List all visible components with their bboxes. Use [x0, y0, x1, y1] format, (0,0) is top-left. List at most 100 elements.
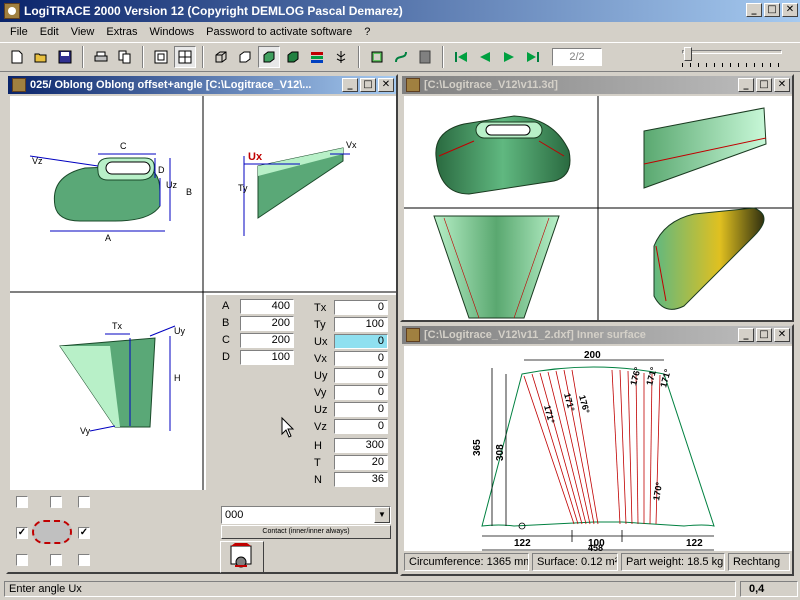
angle-label: 171°: [644, 366, 659, 387]
shaded-button[interactable]: [258, 46, 280, 68]
menu-password[interactable]: Password to activate software: [200, 26, 358, 38]
new-file-icon: [11, 50, 23, 64]
child-window-controls: _ □ ✕: [342, 78, 394, 92]
open-folder-icon: [34, 53, 47, 63]
checkbox-bottom-center[interactable]: [50, 554, 62, 566]
checkbox-top-right[interactable]: [78, 496, 90, 508]
menu-help[interactable]: ?: [358, 26, 376, 38]
param-n-label: N: [314, 474, 322, 486]
angle-label: 171°: [658, 368, 673, 389]
menu-extras[interactable]: Extras: [100, 26, 143, 38]
open-button[interactable]: [30, 46, 52, 68]
label-uz: Uz: [166, 180, 177, 190]
calculate-button[interactable]: [220, 541, 264, 573]
menu-view[interactable]: View: [65, 26, 101, 38]
chevron-down-icon[interactable]: ▼: [374, 507, 390, 523]
print-button[interactable]: [90, 46, 112, 68]
param-vx-input[interactable]: 0: [334, 351, 388, 366]
menu-edit[interactable]: Edit: [34, 26, 65, 38]
minimize-button[interactable]: _: [738, 78, 754, 92]
minimize-button[interactable]: _: [342, 78, 358, 92]
previous-page-icon: [480, 52, 490, 62]
param-d-input[interactable]: 100: [240, 350, 294, 365]
wireframe-button[interactable]: [210, 46, 232, 68]
param-ux-input[interactable]: 0: [334, 334, 388, 349]
close-button[interactable]: ✕: [782, 3, 798, 17]
color-stripes-icon: [311, 52, 323, 63]
param-uz-input[interactable]: 0: [334, 402, 388, 417]
close-button[interactable]: ✕: [378, 78, 394, 92]
param-b-input[interactable]: 200: [240, 316, 294, 331]
solid-button[interactable]: [282, 46, 304, 68]
param-ty-input[interactable]: 100: [334, 317, 388, 332]
3d-view-window: [C:\Logitrace_V12\v11.3d] _ □ ✕: [400, 74, 794, 322]
copy-icon: [118, 50, 131, 64]
checkbox-mid-right[interactable]: ✓: [78, 527, 90, 539]
dim-left-outer: 365: [472, 439, 483, 456]
contact-button[interactable]: Contact (inner/inner always): [221, 525, 391, 539]
zoom-slider[interactable]: [682, 47, 782, 69]
quad-view-button[interactable]: [174, 46, 196, 68]
status-bar: Enter angle Ux 0,4: [0, 578, 800, 600]
param-tx-input[interactable]: 0: [334, 300, 388, 315]
save-button[interactable]: [54, 46, 76, 68]
checkbox-bottom-right[interactable]: [78, 554, 90, 566]
param-c-label: C: [222, 334, 230, 346]
menu-file[interactable]: File: [4, 26, 34, 38]
box-solid-icon: [287, 51, 299, 63]
param-vz-label: Vz: [314, 421, 327, 433]
last-page-button[interactable]: [522, 46, 544, 68]
3d-svg: [404, 96, 792, 320]
minimize-button[interactable]: _: [746, 3, 762, 17]
previous-page-button[interactable]: [474, 46, 496, 68]
tree-button[interactable]: [330, 46, 352, 68]
copy-button[interactable]: [114, 46, 136, 68]
app-title: LogiTRACE 2000 Version 12 (Copyright DEM…: [24, 4, 403, 18]
maximize-button[interactable]: □: [360, 78, 376, 92]
param-c-input[interactable]: 200: [240, 333, 294, 348]
slider-thumb[interactable]: [684, 47, 692, 61]
first-page-button[interactable]: [450, 46, 472, 68]
frame-button[interactable]: [366, 46, 388, 68]
param-n-input[interactable]: 36: [334, 472, 388, 487]
page-indicator: 2/2: [552, 48, 602, 66]
param-vz-input[interactable]: 0: [334, 419, 388, 434]
param-h-input[interactable]: 300: [334, 438, 388, 453]
tree-icon: [336, 51, 346, 63]
info-weight: Part weight: 18.5 kg: [621, 553, 725, 571]
first-page-icon: [455, 52, 467, 62]
param-uy-input[interactable]: 0: [334, 368, 388, 383]
checkbox-top-center[interactable]: [50, 496, 62, 508]
maximize-button[interactable]: □: [764, 3, 780, 17]
close-button[interactable]: ✕: [774, 328, 790, 342]
close-button[interactable]: ✕: [774, 78, 790, 92]
next-page-button[interactable]: [498, 46, 520, 68]
checkbox-mid-left[interactable]: ✓: [16, 527, 28, 539]
minimize-button[interactable]: _: [738, 328, 754, 342]
dim-total: 458: [588, 543, 603, 551]
window-icon: [406, 328, 420, 342]
param-ux-label: Ux: [314, 336, 328, 348]
single-view-button[interactable]: [150, 46, 172, 68]
maximize-button[interactable]: □: [756, 78, 772, 92]
new-file-button[interactable]: [6, 46, 28, 68]
contact-combo[interactable]: 000 ▼: [221, 506, 391, 524]
dxf-canvas[interactable]: 171° 171° 176° 171° 171° 176° 170° 200 3…: [404, 346, 792, 553]
param-a-input[interactable]: 400: [240, 299, 294, 314]
grey-box-button[interactable]: [414, 46, 436, 68]
dim-top: 200: [584, 350, 601, 361]
colors-button[interactable]: [306, 46, 328, 68]
3d-canvas[interactable]: [404, 96, 792, 320]
status-message: Enter angle Ux: [4, 581, 736, 597]
checkbox-bottom-left[interactable]: [16, 554, 28, 566]
child-window-controls: _ □ ✕: [738, 328, 790, 342]
outline-button[interactable]: [234, 46, 256, 68]
maximize-button[interactable]: □: [756, 328, 772, 342]
checkbox-top-left[interactable]: [16, 496, 28, 508]
menu-windows[interactable]: Windows: [144, 26, 201, 38]
curve-button[interactable]: [390, 46, 412, 68]
param-t-input[interactable]: 20: [334, 455, 388, 470]
param-vy-input[interactable]: 0: [334, 385, 388, 400]
quad-view-icon: [178, 50, 192, 64]
info-circumference: Circumference: 1365 mm: [404, 553, 529, 571]
